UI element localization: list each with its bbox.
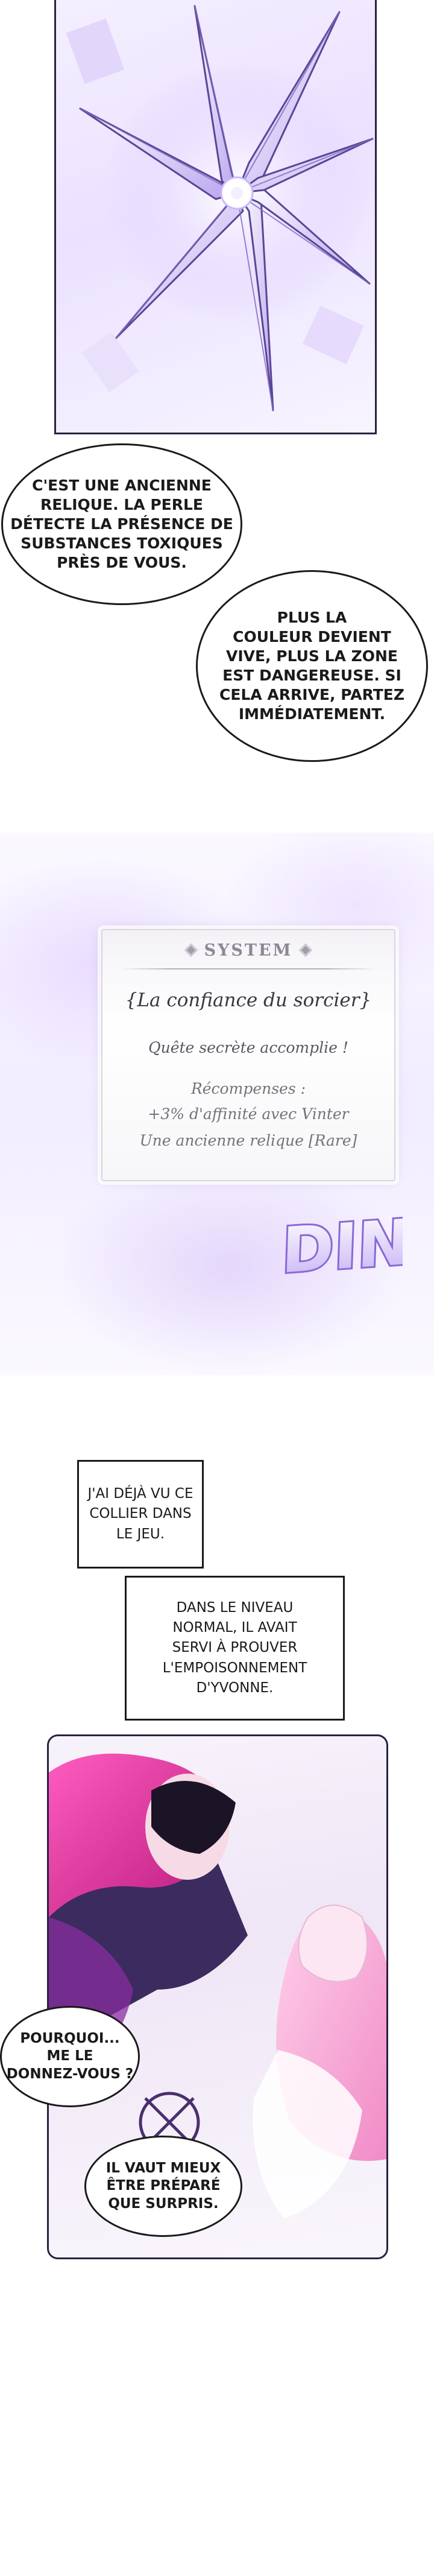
reward-affinity: +3% d'affinité avec Vinter: [148, 1105, 349, 1123]
relic-explanation-bubble: C'est une ancienne relique. La perle dét…: [1, 443, 242, 605]
star-relic-illustration: [66, 5, 374, 411]
quest-title: {La confiance du sorcier}: [125, 989, 372, 1011]
narration-line: normal, il avait: [172, 1619, 297, 1635]
ding-text: DING: [282, 1202, 403, 1287]
ding-sound-effect: DING: [282, 1200, 403, 1288]
narration-line: J'ai déjà vu ce: [87, 1485, 193, 1502]
bubble-text-line: que surpris.: [108, 2195, 219, 2212]
system-header: SYSTEM: [101, 937, 395, 963]
bubble-text-line: est dangereuse. Si: [222, 667, 401, 684]
reward-item: Une ancienne relique [Rare]: [139, 1132, 357, 1149]
narration-line: l'empoisonnement: [162, 1660, 307, 1676]
system-title: SYSTEM: [204, 941, 293, 960]
diamond-icon: [184, 943, 198, 957]
bubble-text-line: détecte la présence de: [10, 515, 233, 533]
bubble-text-line: relique. La perle: [40, 496, 204, 513]
rewards-label: Récompenses :: [190, 1080, 306, 1097]
system-divider: [121, 968, 376, 969]
narration-line: collier dans: [89, 1506, 192, 1522]
why-bubble: Pourquoi... me le donnez-vous ?: [0, 2006, 140, 2107]
diamond-icon: [299, 943, 313, 957]
bubble-text-line: Plus la: [277, 609, 347, 626]
color-warning-bubble: Plus la couleur devient vive, plus la zo…: [196, 570, 428, 762]
prepared-bubble: Il vaut mieux être préparé que surpris.: [84, 2136, 242, 2237]
bubble-text-line: substances toxiques: [20, 535, 223, 552]
narration-line: Dans le niveau: [176, 1599, 294, 1616]
bubble-text-line: C'est une ancienne: [32, 477, 212, 494]
relic-panel: [54, 0, 377, 434]
bubble-text-line: donnez-vous ?: [6, 2066, 134, 2082]
bubble-text-line: me le: [46, 2048, 93, 2064]
bubble-text-line: vive, plus la zone: [225, 647, 398, 665]
bubble-text-line: Il vaut mieux: [105, 2160, 221, 2176]
narration-box-normal-level: Dans le niveau normal, il avait servi à …: [125, 1576, 345, 1721]
narration-line: servi à prouver: [172, 1640, 298, 1656]
bubble-text-line: près de vous.: [57, 554, 187, 571]
bubble-text-line: Pourquoi...: [20, 2030, 120, 2046]
narration-line: d'Yvonne.: [196, 1680, 274, 1696]
bubble-text-line: immédiatement.: [238, 705, 386, 723]
bubble-text-line: être préparé: [106, 2178, 221, 2194]
narration-line: le jeu.: [116, 1526, 165, 1542]
bubble-text-line: couleur devient: [233, 628, 391, 646]
bubble-text-line: cela arrive, partez: [219, 686, 404, 703]
quest-status: Quête secrète accomplie !: [148, 1039, 348, 1056]
narration-box-seen: J'ai déjà vu ce collier dans le jeu.: [77, 1460, 204, 1569]
